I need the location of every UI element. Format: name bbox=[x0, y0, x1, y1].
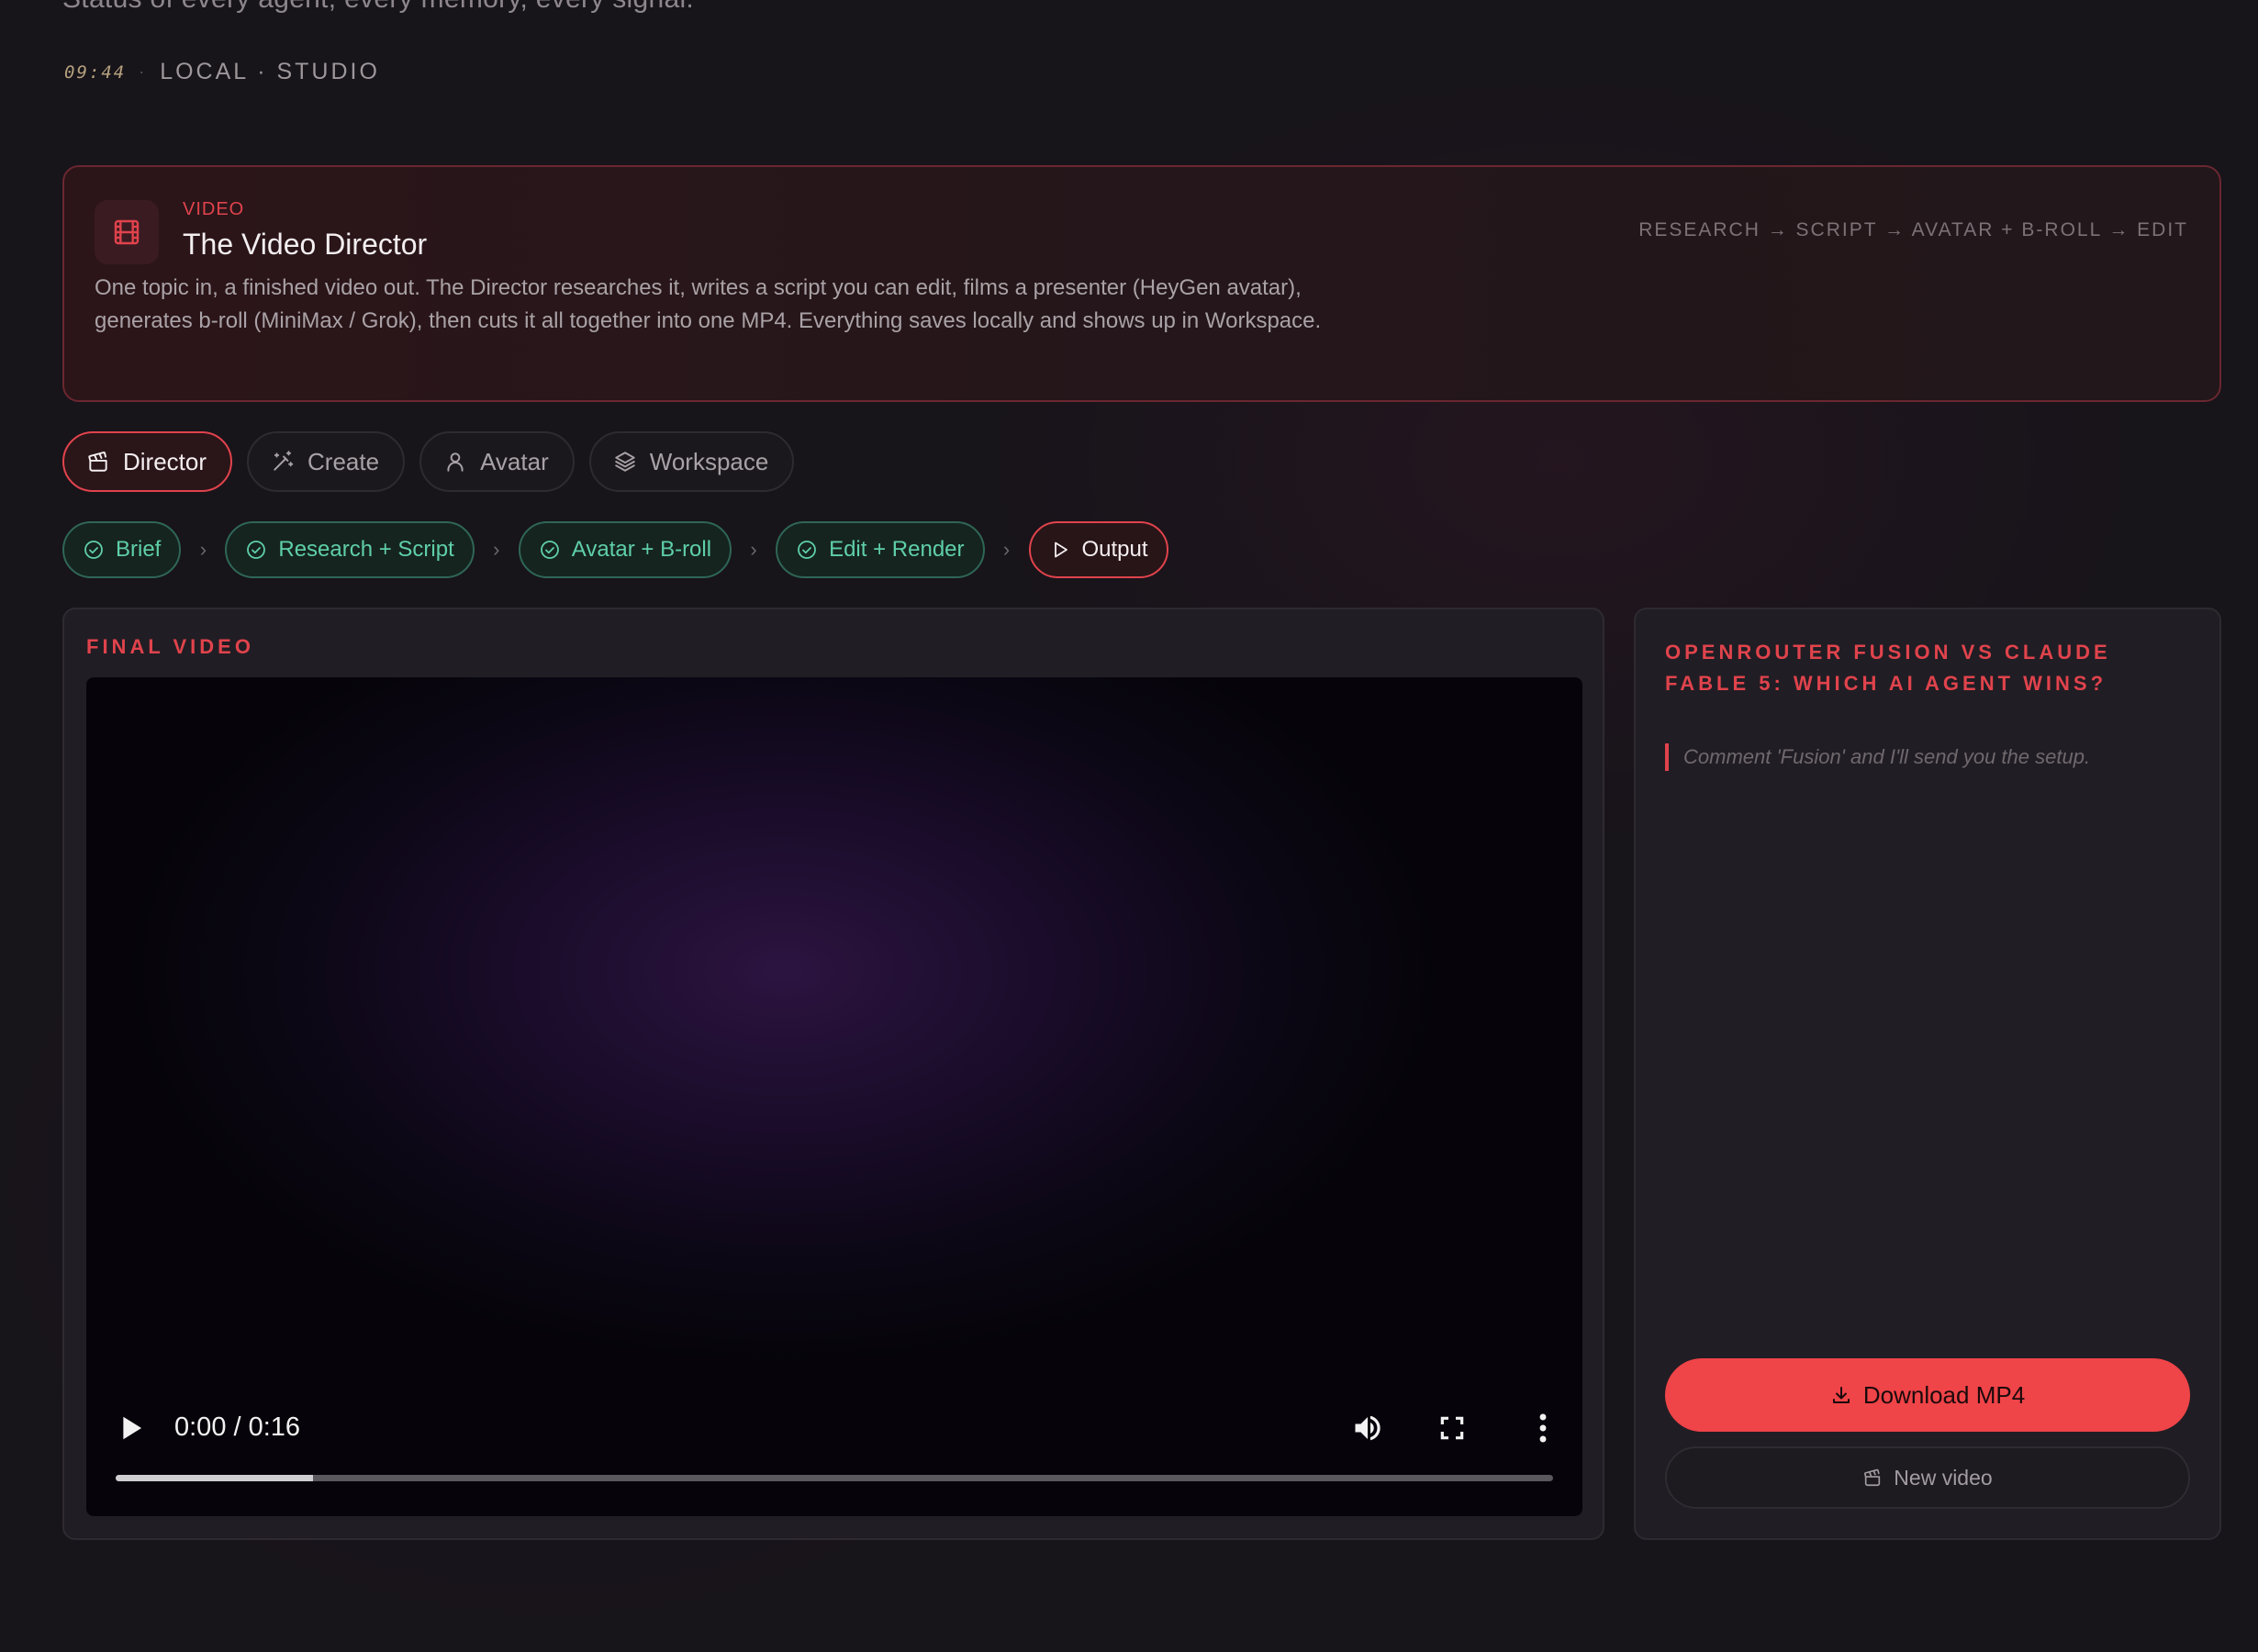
tab-label: Create bbox=[307, 447, 380, 475]
volume-icon bbox=[1355, 1415, 1381, 1441]
check-circle-icon bbox=[245, 539, 267, 561]
new-video-button[interactable]: New video bbox=[1665, 1446, 2190, 1509]
step-output[interactable]: Output bbox=[1028, 521, 1168, 578]
download-icon bbox=[1830, 1384, 1852, 1406]
location-label: LOCAL · STUDIO bbox=[160, 59, 380, 84]
step-research-script[interactable]: Research + Script bbox=[225, 521, 475, 578]
final-video-panel: FINAL VIDEO 0:00 / 0:16 bbox=[62, 608, 1604, 1540]
step-label: Brief bbox=[116, 537, 162, 562]
video-progress-fill bbox=[116, 1475, 313, 1481]
chevron-right-icon: › bbox=[1002, 538, 1011, 561]
step-label: Research + Script bbox=[278, 537, 454, 562]
video-caption: Comment 'Fusion' and I'll send you the s… bbox=[1665, 743, 2179, 771]
main-tabs: Director Create Avatar Workspace bbox=[62, 431, 795, 492]
step-label: Output bbox=[1081, 537, 1148, 562]
video-title: OPENROUTER FUSION VS CLAUDE FABLE 5: WHI… bbox=[1665, 641, 2111, 695]
play-button[interactable] bbox=[117, 1413, 145, 1443]
new-video-label: New video bbox=[1894, 1465, 1993, 1490]
play-icon bbox=[123, 1416, 142, 1440]
video-player[interactable]: 0:00 / 0:16 bbox=[86, 677, 1582, 1516]
hero-description: One topic in, a finished video out. The … bbox=[95, 275, 1322, 333]
chevron-right-icon: › bbox=[493, 538, 500, 561]
magic-wand-icon bbox=[271, 450, 295, 474]
panel-label: FINAL VIDEO bbox=[86, 635, 254, 658]
hero-kicker: VIDEO bbox=[183, 199, 245, 219]
step-brief[interactable]: Brief bbox=[62, 521, 182, 578]
meta-separator: · bbox=[139, 62, 148, 81]
status-meta: 09:44 · LOCAL · STUDIO bbox=[64, 59, 380, 85]
video-time: 0:00 / 0:16 bbox=[174, 1412, 301, 1442]
more-vertical-icon bbox=[1539, 1413, 1547, 1443]
video-details-panel: OPENROUTER FUSION VS CLAUDE FABLE 5: WHI… bbox=[1634, 608, 2221, 1540]
hero-title: The Video Director bbox=[183, 228, 428, 261]
tab-label: Workspace bbox=[649, 447, 769, 475]
volume-button[interactable] bbox=[1351, 1412, 1384, 1445]
hero-flow: RESEARCH → SCRIPT → AVATAR + B-ROLL → ED… bbox=[1638, 219, 2188, 240]
film-icon bbox=[95, 200, 159, 264]
step-avatar-broll[interactable]: Avatar + B-roll bbox=[518, 521, 732, 578]
fullscreen-icon bbox=[1440, 1416, 1464, 1440]
tab-create[interactable]: Create bbox=[247, 431, 406, 492]
step-label: Avatar + B-roll bbox=[571, 537, 712, 562]
more-options-button[interactable] bbox=[1537, 1412, 1549, 1445]
tab-director[interactable]: Director bbox=[62, 431, 233, 492]
layers-icon bbox=[613, 450, 637, 474]
clapperboard-icon bbox=[1862, 1468, 1883, 1488]
fullscreen-button[interactable] bbox=[1437, 1413, 1467, 1443]
video-progress-track[interactable] bbox=[116, 1475, 1553, 1481]
tab-avatar[interactable]: Avatar bbox=[419, 431, 575, 492]
user-icon bbox=[443, 450, 467, 474]
step-edit-render[interactable]: Edit + Render bbox=[776, 521, 985, 578]
check-circle-icon bbox=[796, 539, 818, 561]
tab-label: Avatar bbox=[480, 447, 549, 475]
tab-label: Director bbox=[123, 447, 207, 475]
download-label: Download MP4 bbox=[1862, 1380, 2026, 1409]
check-circle-icon bbox=[539, 539, 561, 561]
play-outline-icon bbox=[1049, 539, 1071, 561]
hero-card: VIDEO The Video Director One topic in, a… bbox=[62, 165, 2221, 402]
clock: 09:44 bbox=[64, 61, 127, 83]
step-label: Edit + Render bbox=[829, 537, 965, 562]
video-controls: 0:00 / 0:16 bbox=[86, 1406, 1582, 1452]
tab-workspace[interactable]: Workspace bbox=[588, 431, 795, 492]
chevron-right-icon: › bbox=[199, 538, 207, 561]
pipeline-steps: Brief › Research + Script › Avatar + B-r… bbox=[62, 521, 1168, 578]
check-circle-icon bbox=[83, 539, 105, 561]
chevron-right-icon: › bbox=[750, 538, 757, 561]
page-subtitle: Status of every agent, every memory, eve… bbox=[62, 0, 694, 15]
download-mp4-button[interactable]: Download MP4 bbox=[1665, 1358, 2190, 1432]
clapperboard-icon bbox=[86, 450, 110, 474]
